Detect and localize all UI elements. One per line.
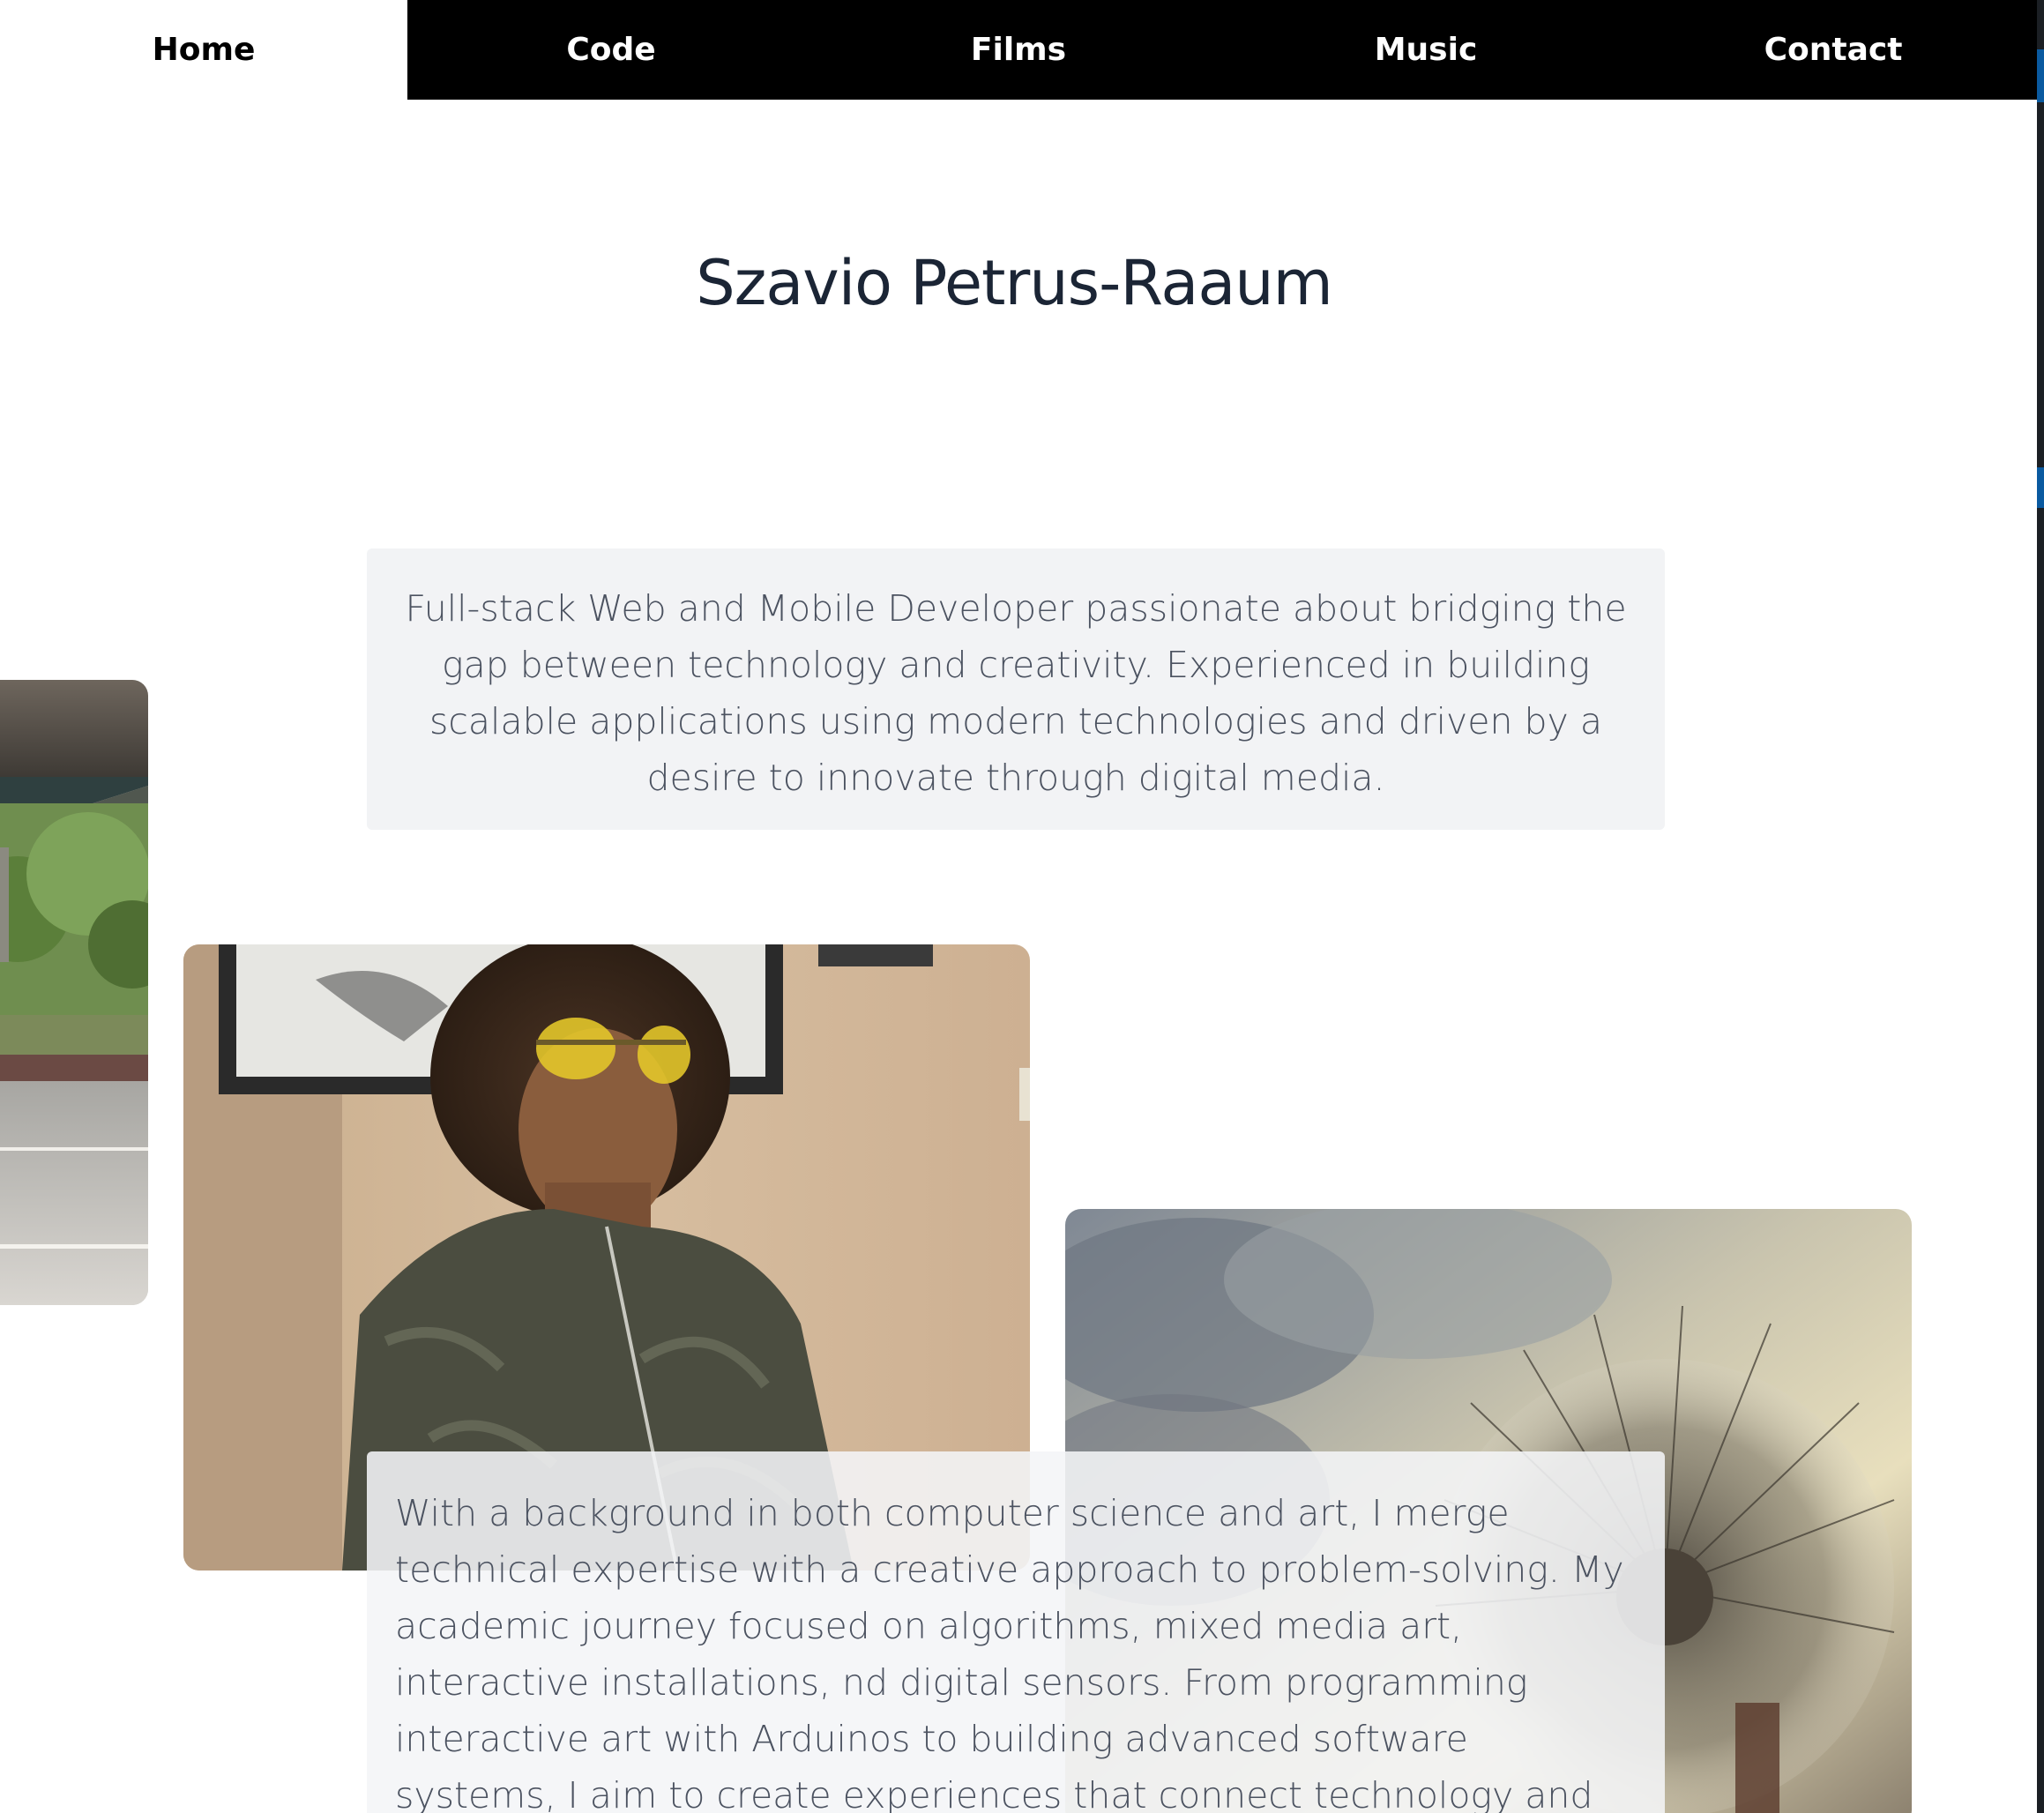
window-edge-scrollbar[interactable] [2037, 0, 2044, 1813]
nav-films[interactable]: Films [815, 0, 1222, 100]
intro-text: Full-stack Web and Mobile Developer pass… [405, 587, 1627, 799]
street-photo [0, 680, 148, 1305]
nav-contact[interactable]: Contact [1630, 0, 2037, 100]
edge-marker [2037, 467, 2044, 508]
nav-home[interactable]: Home [0, 0, 407, 100]
bio-text: With a background in both computer scien… [395, 1492, 1624, 1813]
page-title: Szavio Petrus-Raaum [696, 247, 1333, 319]
main-nav: Home Code Films Music Contact [0, 0, 2037, 100]
bio-card: With a background in both computer scien… [367, 1451, 1665, 1813]
edge-marker [2037, 49, 2044, 102]
nav-music[interactable]: Music [1222, 0, 1630, 100]
intro-card: Full-stack Web and Mobile Developer pass… [367, 548, 1665, 830]
nav-code[interactable]: Code [407, 0, 815, 100]
street-photo-image [0, 680, 148, 1305]
